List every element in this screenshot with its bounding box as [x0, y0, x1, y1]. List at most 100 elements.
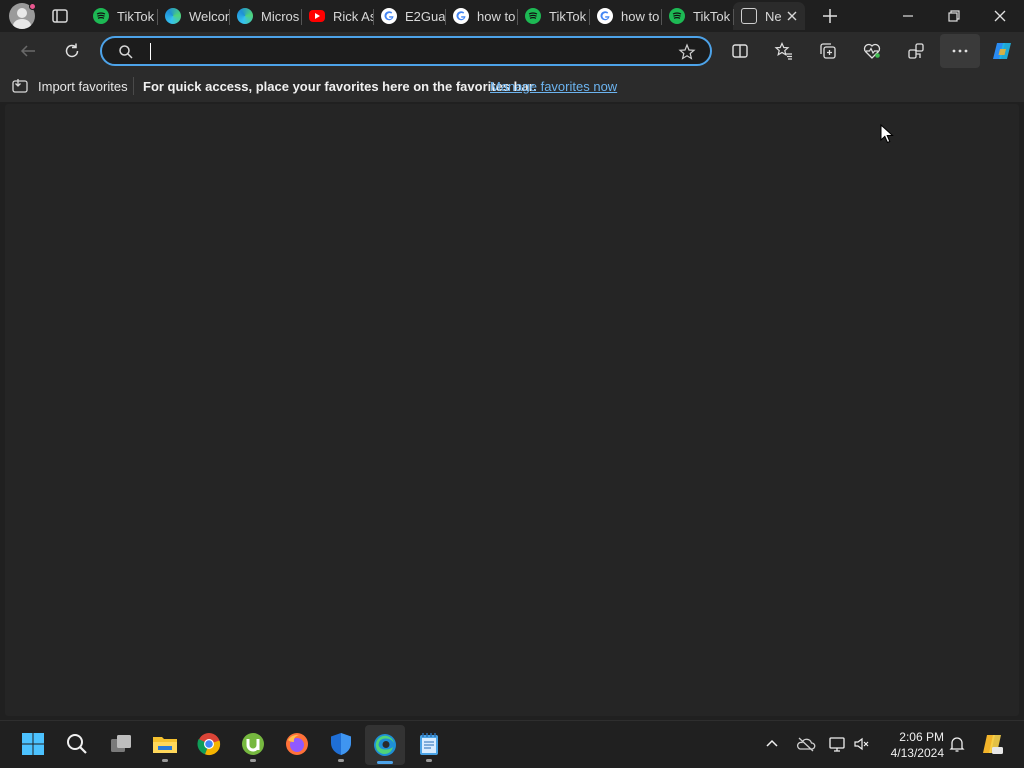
edge-icon — [374, 734, 396, 756]
tab[interactable]: how to — [589, 2, 661, 30]
google-icon — [381, 8, 397, 24]
copilot-button[interactable] — [990, 39, 1014, 63]
clock-date: 4/13/2024 — [890, 746, 944, 760]
minimize-button[interactable] — [898, 6, 918, 26]
tab-title: Rick As — [333, 8, 373, 24]
volume-icon — [854, 737, 869, 751]
volume-button[interactable] — [853, 735, 871, 753]
add-favorite-star-icon[interactable] — [678, 43, 696, 61]
tab[interactable]: Micros — [229, 2, 301, 30]
restore-button[interactable] — [944, 6, 964, 26]
refresh-icon — [65, 43, 79, 58]
tab-active[interactable]: Ne — [733, 2, 805, 30]
plus-icon — [823, 9, 837, 23]
profile-notification-dot — [29, 3, 36, 10]
tab-title: how to — [621, 8, 660, 24]
show-hidden-icons-button[interactable] — [763, 735, 781, 753]
notifications-button[interactable] — [948, 735, 966, 753]
task-view-button[interactable] — [108, 731, 134, 757]
tab-title: Micros — [261, 8, 300, 24]
display-button[interactable] — [828, 735, 846, 753]
tab[interactable]: TikTok — [517, 2, 589, 30]
search-button[interactable] — [64, 731, 90, 757]
tab-title: TikTok — [117, 8, 155, 24]
start-icon — [22, 733, 44, 755]
tab-title: Ne — [765, 8, 782, 24]
chrome-icon — [197, 733, 221, 756]
tab-title: TikTok — [693, 8, 731, 24]
chevron-up-icon — [766, 739, 778, 747]
onedrive-button[interactable] — [796, 735, 816, 753]
edge-taskbar-button[interactable] — [365, 725, 405, 765]
import-favorites-button[interactable]: Import favorites — [12, 77, 128, 95]
navigation-toolbar — [0, 32, 1024, 70]
running-indicator — [162, 759, 168, 762]
close-window-button[interactable] — [990, 6, 1010, 26]
utorrent-button[interactable] — [240, 731, 266, 762]
file-explorer-icon — [153, 737, 177, 753]
more-button[interactable] — [940, 34, 980, 68]
refresh-button[interactable] — [61, 40, 83, 62]
task-view-icon — [111, 735, 131, 752]
copilot-icon — [993, 43, 1011, 59]
spotify-icon — [525, 8, 541, 24]
windows-security-button[interactable] — [328, 731, 354, 762]
page-content — [5, 104, 1019, 716]
notepad-icon — [420, 733, 438, 755]
edge-icon — [165, 8, 181, 24]
back-icon — [20, 45, 35, 57]
close-tab-icon[interactable] — [785, 9, 799, 23]
tab-actions-icon[interactable] — [50, 6, 70, 26]
file-explorer-button[interactable] — [152, 731, 178, 762]
browser-essentials-button[interactable] — [861, 40, 883, 62]
edge-icon — [237, 8, 253, 24]
favorites-bar: Import favorites For quick access, place… — [0, 70, 1024, 102]
restore-icon — [948, 10, 960, 22]
favorites-button[interactable] — [773, 40, 795, 62]
favorites-bar-message: For quick access, place your favorites h… — [143, 79, 537, 94]
chrome-button[interactable] — [196, 731, 222, 757]
onedrive-icon — [796, 737, 816, 752]
taskbar: 2:06 PM 4/13/2024 — [0, 720, 1024, 768]
close-icon — [994, 10, 1006, 22]
browser-essentials-icon — [863, 43, 881, 59]
extensions-icon — [908, 43, 924, 59]
address-bar[interactable] — [100, 36, 712, 66]
running-indicator — [338, 759, 344, 762]
firefox-icon — [286, 733, 308, 755]
tab-strip: TikTok Welcon Micros Rick As E2Guar how … — [0, 0, 1024, 32]
notepad-button[interactable] — [416, 731, 442, 762]
firefox-button[interactable] — [284, 731, 310, 757]
address-input[interactable] — [148, 41, 668, 61]
back-button[interactable] — [17, 40, 39, 62]
copilot-taskbar-button[interactable] — [980, 732, 1004, 756]
tab[interactable]: TikTok — [85, 2, 157, 30]
split-screen-icon — [732, 44, 748, 58]
text-caret — [150, 43, 151, 60]
youtube-icon — [309, 10, 325, 22]
extensions-button[interactable] — [905, 40, 927, 62]
tab[interactable]: Rick As — [301, 2, 373, 30]
tab[interactable]: E2Guar — [373, 2, 445, 30]
spotify-icon — [669, 8, 685, 24]
tab[interactable]: Welcon — [157, 2, 229, 30]
spotify-icon — [93, 8, 109, 24]
manage-favorites-link[interactable]: Manage favorites now — [490, 79, 617, 94]
split-screen-button[interactable] — [729, 40, 751, 62]
minimize-icon — [903, 15, 913, 17]
collections-button[interactable] — [817, 40, 839, 62]
google-icon — [453, 8, 469, 24]
tab-title: E2Guar — [405, 8, 445, 24]
tab-title: how to — [477, 8, 516, 24]
import-icon — [12, 79, 28, 93]
running-indicator — [426, 759, 432, 762]
tab-title: Welcon — [189, 8, 229, 24]
system-clock[interactable]: 2:06 PM 4/13/2024 — [880, 729, 944, 761]
tab[interactable]: how to — [445, 2, 517, 30]
start-button[interactable] — [20, 731, 46, 757]
tab-title: TikTok — [549, 8, 587, 24]
running-indicator — [250, 759, 256, 762]
collections-icon — [820, 43, 836, 59]
tab[interactable]: TikTok — [661, 2, 733, 30]
new-tab-button[interactable] — [820, 6, 840, 26]
